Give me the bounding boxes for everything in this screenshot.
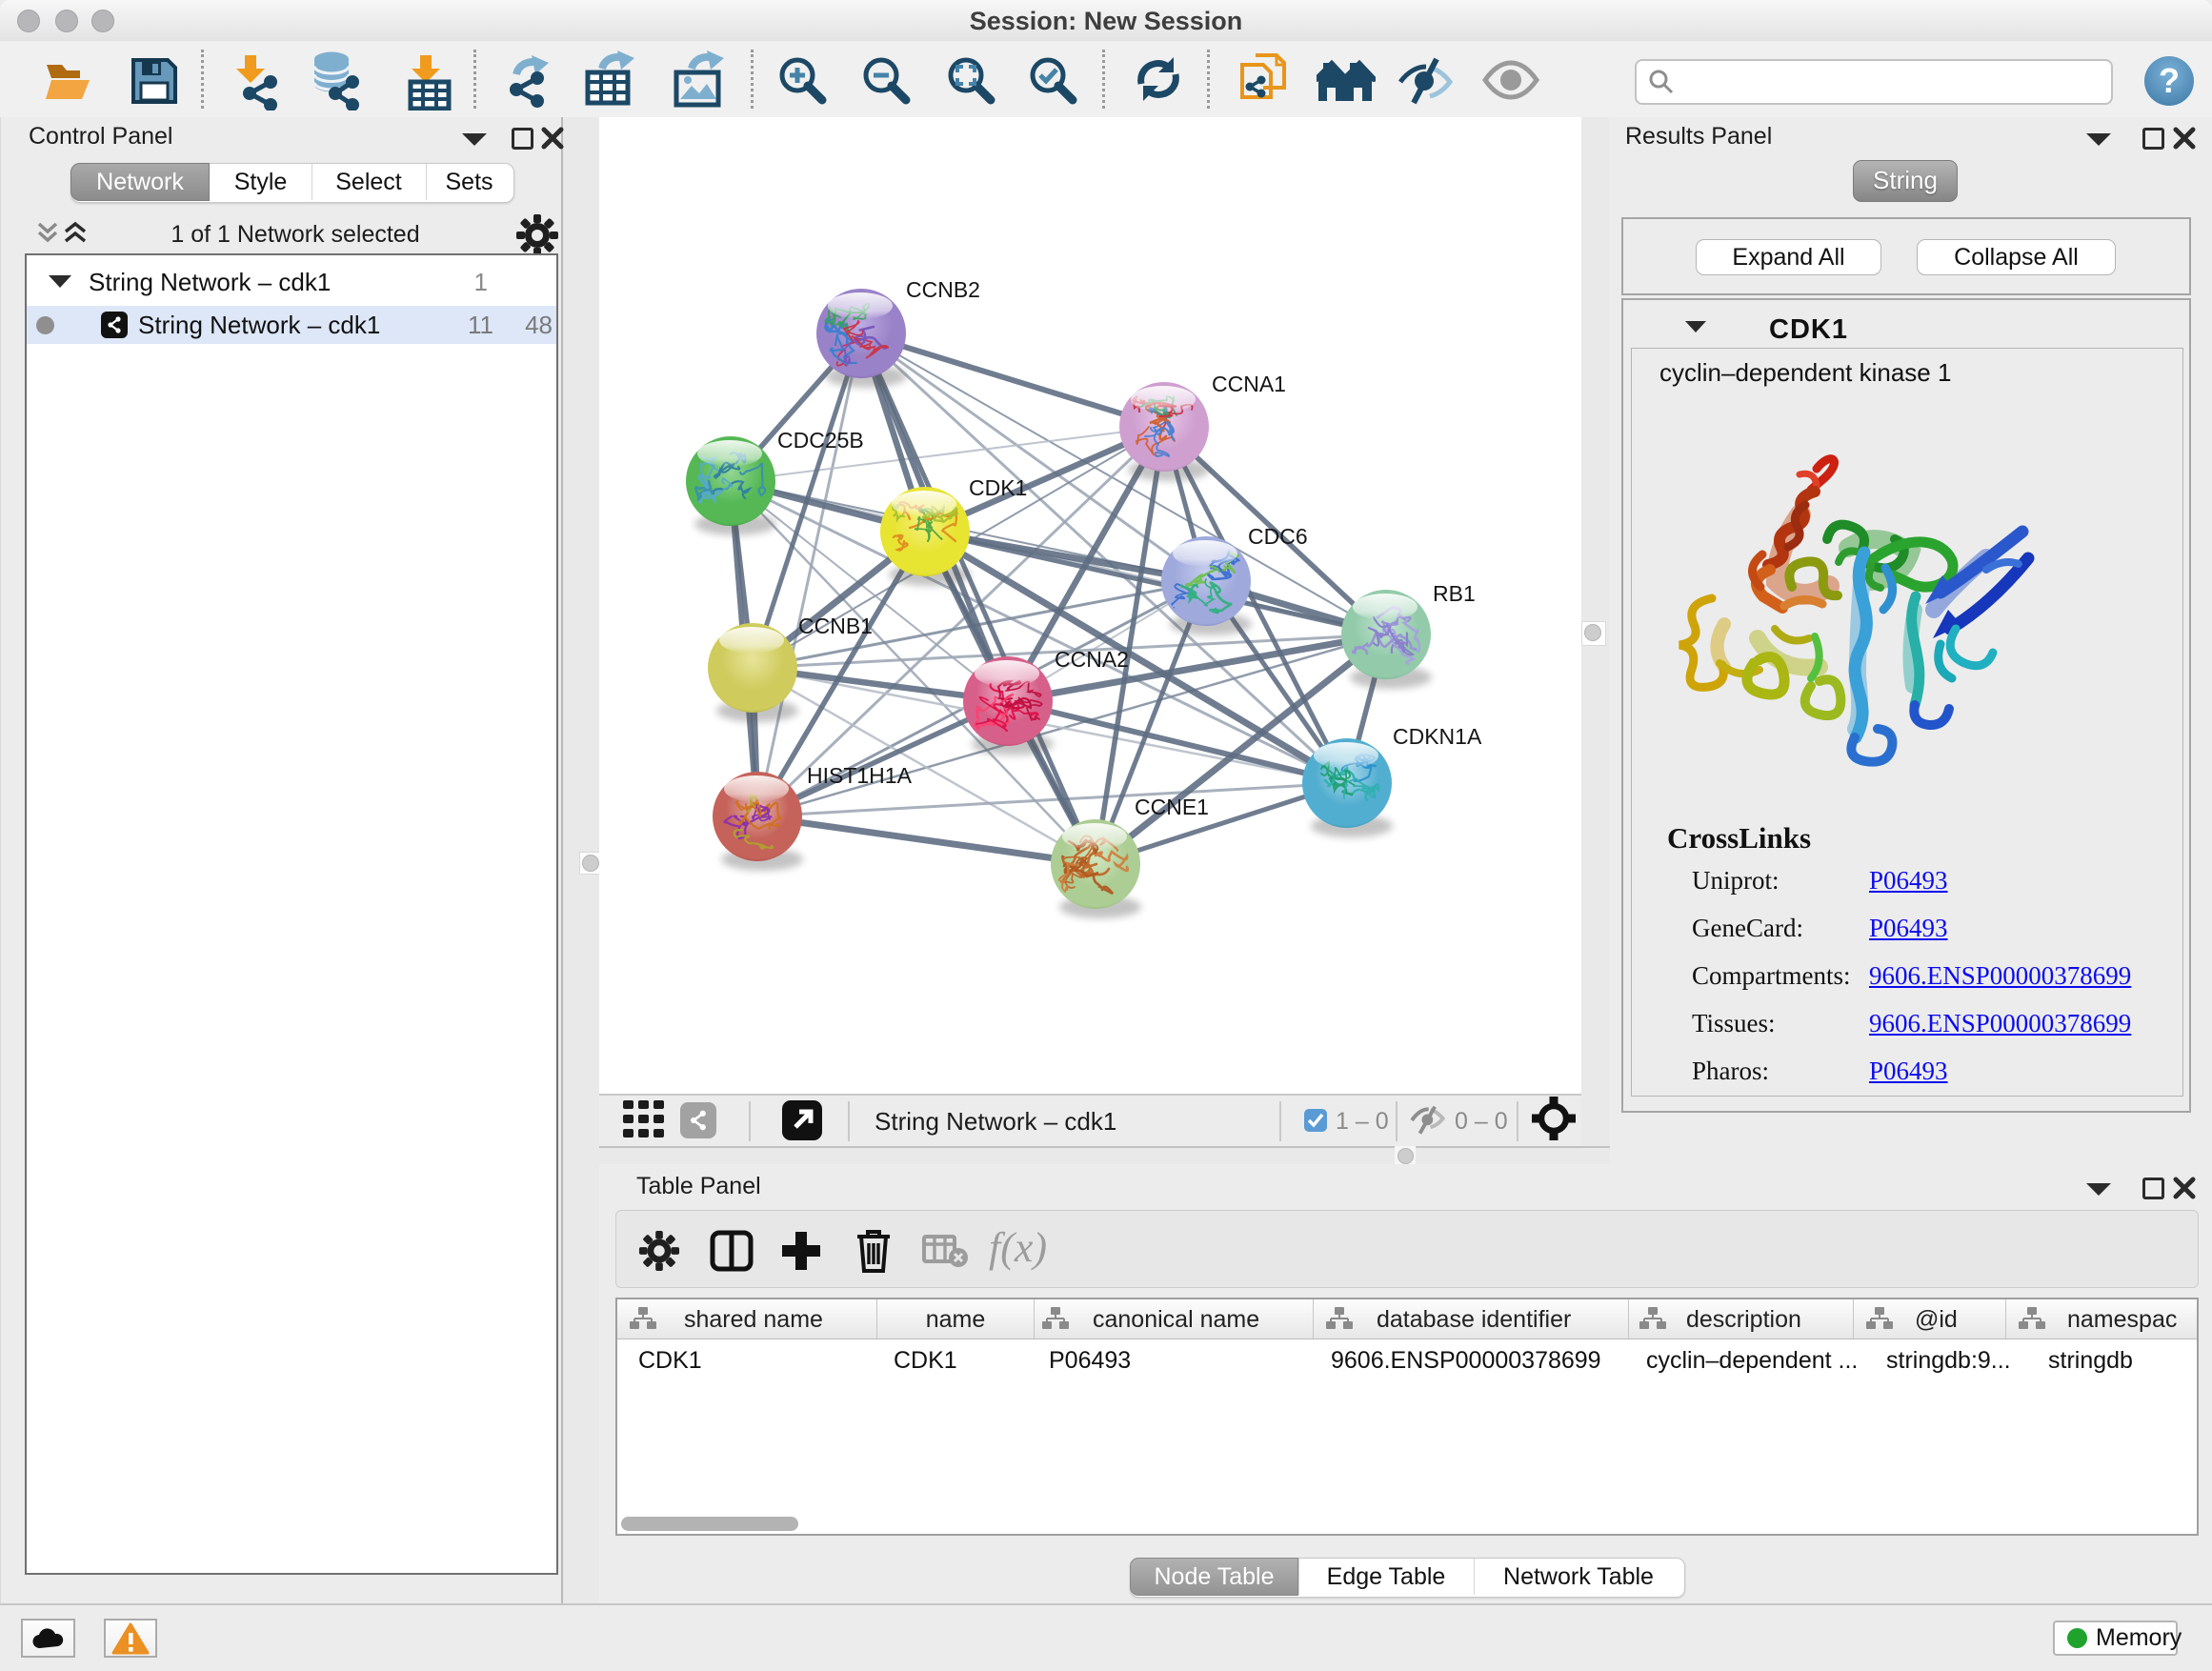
svg-text:CDKN1A: CDKN1A [1393,724,1482,749]
svg-text:CCNA2: CCNA2 [1055,647,1129,672]
svg-text:CCNE1: CCNE1 [1135,795,1209,819]
svg-text:CDC25B: CDC25B [777,428,864,453]
svg-text:CCNB2: CCNB2 [906,277,980,302]
svg-text:CCNA1: CCNA1 [1212,372,1286,396]
svg-text:CDC6: CDC6 [1248,524,1308,549]
svg-text:CCNB1: CCNB1 [798,614,873,638]
svg-text:CDK1: CDK1 [969,475,1027,500]
svg-text:HIST1H1A: HIST1H1A [807,763,913,788]
svg-text:?: ? [2159,61,2180,100]
svg-text:RB1: RB1 [1433,581,1476,606]
